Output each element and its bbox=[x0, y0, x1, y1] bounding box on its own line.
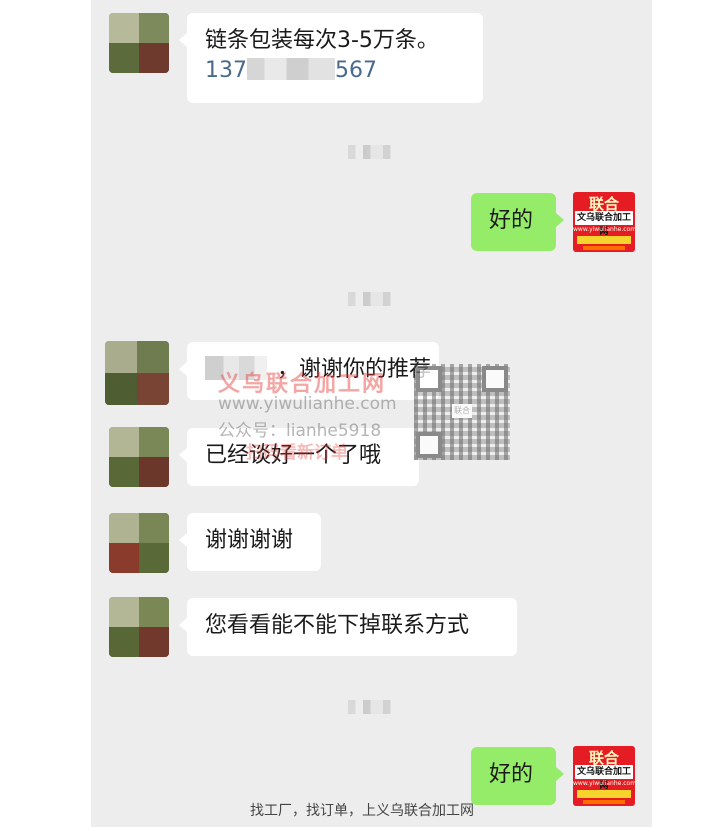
message-bubble[interactable]: 已经谈好一个了哦 bbox=[179, 428, 419, 486]
message-text: 谢谢谢谢 bbox=[205, 528, 294, 553]
message-text: 好的 bbox=[489, 762, 534, 787]
qr-code-icon: 联合 bbox=[414, 364, 510, 460]
message-text: 您看看能不能下掉联系方式 bbox=[205, 613, 470, 638]
timestamp-redacted bbox=[348, 292, 398, 306]
contact-avatar[interactable] bbox=[109, 597, 169, 657]
message-bubble[interactable]: 链条包装每次3-5万条。 137 567 bbox=[179, 13, 483, 103]
message-text: ，谢谢你的推荐 bbox=[277, 357, 432, 382]
redaction-mask bbox=[247, 58, 335, 80]
message-text: 已经谈好一个了哦 bbox=[205, 443, 382, 468]
brand-logo-strip bbox=[577, 236, 631, 244]
contact-avatar[interactable] bbox=[109, 427, 169, 487]
phone-number[interactable]: 137 567 bbox=[205, 56, 465, 86]
message-bubble[interactable]: ，谢谢你的推荐 bbox=[179, 342, 439, 400]
message-text: 好的 bbox=[489, 208, 534, 233]
contact-avatar[interactable] bbox=[109, 13, 169, 73]
contact-avatar[interactable] bbox=[109, 513, 169, 573]
timestamp-redacted bbox=[348, 700, 398, 714]
footer-caption: 找工厂，找订单，上义乌联合加工网 bbox=[250, 803, 474, 819]
brand-logo-band: 文乌联合加工网 bbox=[575, 765, 633, 791]
qr-center-label: 联合 bbox=[452, 404, 472, 418]
brand-logo-strip bbox=[583, 246, 625, 250]
redaction-mask bbox=[205, 356, 267, 380]
brand-logo-url: www.yiwulianhe.com bbox=[573, 226, 635, 233]
message-bubble[interactable]: 您看看能不能下掉联系方式 bbox=[179, 598, 517, 656]
timestamp-redacted bbox=[348, 145, 398, 159]
message-text: 链条包装每次3-5万条。 bbox=[205, 28, 439, 53]
message-bubble[interactable]: 好的 bbox=[471, 193, 564, 251]
brand-logo-url: www.yiwulianhe.com bbox=[573, 780, 635, 787]
brand-logo-strip bbox=[577, 790, 631, 798]
message-bubble[interactable]: 好的 bbox=[471, 747, 564, 805]
brand-logo-band: 文乌联合加工网 bbox=[575, 211, 633, 237]
chat-window: 链条包装每次3-5万条。 137 567 好的 联合 文乌联合加工网 www.yi… bbox=[91, 0, 652, 827]
message-bubble[interactable]: 谢谢谢谢 bbox=[179, 513, 321, 571]
contact-avatar[interactable] bbox=[105, 341, 169, 405]
brand-avatar[interactable]: 联合 文乌联合加工网 www.yiwulianhe.com bbox=[573, 192, 635, 252]
brand-avatar[interactable]: 联合 文乌联合加工网 www.yiwulianhe.com bbox=[573, 746, 635, 806]
